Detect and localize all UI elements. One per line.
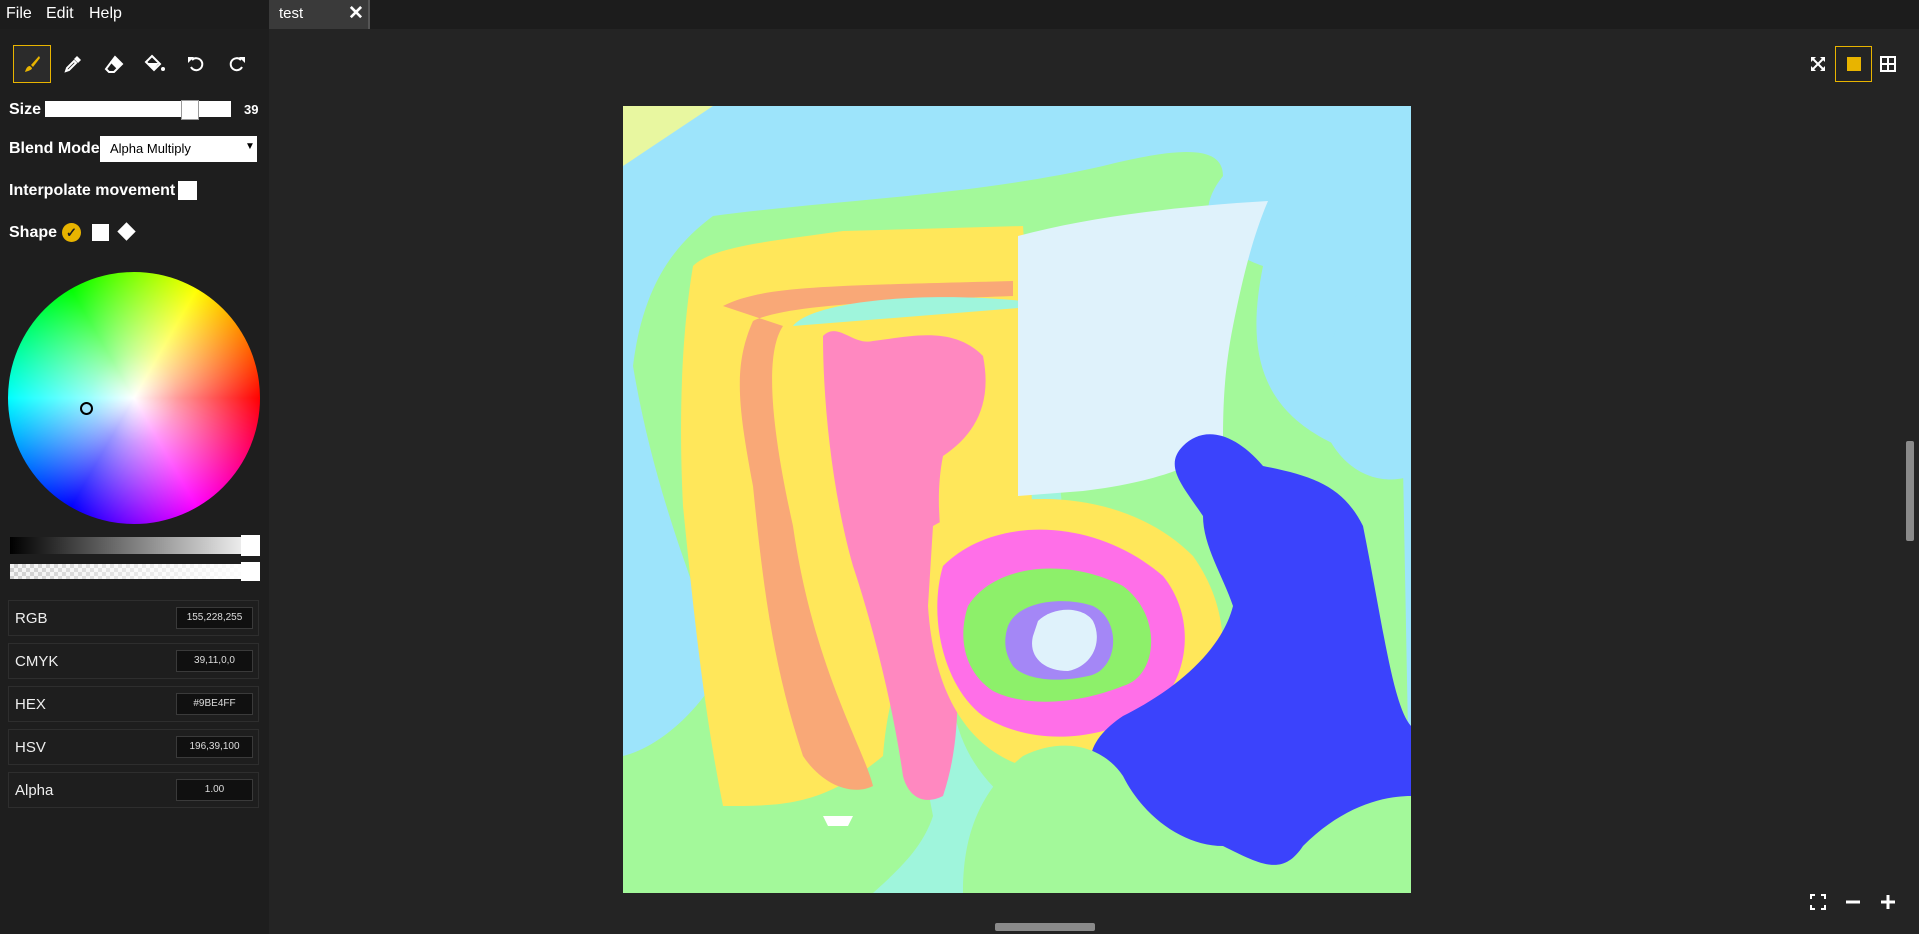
fullscreen-icon — [1810, 894, 1826, 910]
size-slider[interactable] — [45, 101, 231, 117]
color-row-alpha: Alpha 1.00 — [8, 772, 259, 808]
eraser-tool-button[interactable] — [95, 45, 133, 83]
tile-view-button[interactable] — [1876, 52, 1900, 76]
document-tab[interactable]: test ✕ — [269, 0, 370, 29]
size-slider-handle[interactable] — [181, 100, 200, 120]
redo-button[interactable] — [218, 45, 256, 83]
color-row-cmyk: CMYK 39,11,0,0 — [8, 643, 259, 679]
checkmark-icon: ✓ — [66, 225, 77, 240]
menu-edit[interactable]: Edit — [46, 5, 74, 23]
eyedropper-icon — [64, 56, 81, 73]
minus-icon — [1846, 900, 1860, 904]
alpha-label: Alpha — [15, 782, 54, 799]
fit-screen-button[interactable] — [1806, 52, 1830, 76]
menu-file[interactable]: File — [6, 5, 32, 23]
color-wheel[interactable] — [8, 272, 260, 524]
color-row-hsv: HSV 196,39,100 — [8, 729, 259, 765]
paint-bucket-icon — [144, 54, 165, 72]
hsv-label: HSV — [15, 739, 46, 756]
shape-circle-option[interactable]: ✓ — [62, 223, 81, 242]
eyedropper-tool-button[interactable] — [54, 45, 92, 83]
color-row-rgb: RGB 155,228,255 — [8, 600, 259, 636]
single-view-button[interactable] — [1835, 46, 1872, 82]
undo-icon — [188, 57, 204, 72]
lightness-slider-handle[interactable] — [241, 535, 260, 556]
tile-view-icon — [1880, 56, 1896, 72]
horizontal-scrollbar[interactable] — [995, 923, 1095, 931]
fullscreen-button[interactable] — [1808, 892, 1828, 912]
rgb-input[interactable]: 155,228,255 — [176, 607, 253, 629]
brush-icon — [25, 56, 40, 72]
rgb-label: RGB — [15, 610, 48, 627]
blend-mode-label: Blend Mode — [9, 140, 100, 157]
brush-tool-button[interactable] — [13, 45, 51, 83]
interpolate-label: Interpolate movement — [9, 182, 176, 199]
shape-square-option[interactable] — [92, 224, 109, 241]
cmyk-input[interactable]: 39,11,0,0 — [176, 650, 253, 672]
cmyk-label: CMYK — [15, 653, 59, 670]
lightness-slider[interactable] — [10, 537, 260, 554]
blend-mode-select[interactable]: Alpha Multiply — [100, 136, 257, 162]
paint-bucket-tool-button[interactable] — [136, 45, 174, 83]
tab-label: test — [279, 5, 304, 22]
zoom-in-button[interactable] — [1878, 892, 1898, 912]
shape-label: Shape — [9, 224, 58, 241]
alpha-slider[interactable] — [10, 564, 260, 579]
interpolate-checkbox[interactable] — [178, 181, 197, 200]
painting — [623, 106, 1411, 893]
color-wheel-marker[interactable] — [80, 402, 93, 415]
menu-bar: File Edit Help test ✕ — [0, 0, 1919, 29]
undo-button[interactable] — [177, 45, 215, 83]
hex-input[interactable]: #9BE4FF — [176, 693, 253, 715]
size-value: 39 — [244, 102, 259, 117]
close-icon[interactable]: ✕ — [348, 2, 364, 25]
fit-screen-icon — [1811, 57, 1825, 71]
menu-help[interactable]: Help — [89, 5, 122, 23]
redo-icon — [229, 57, 245, 72]
drawing-canvas[interactable] — [623, 106, 1411, 893]
hsv-input[interactable]: 196,39,100 — [176, 736, 253, 758]
alpha-input[interactable]: 1.00 — [176, 779, 253, 801]
single-view-icon — [1846, 57, 1861, 71]
dropdown-arrow-icon: ▼ — [245, 141, 255, 152]
vertical-scrollbar[interactable] — [1906, 441, 1914, 541]
eraser-icon — [104, 55, 124, 73]
size-label: Size — [9, 101, 42, 118]
hex-label: HEX — [15, 696, 46, 713]
alpha-slider-handle[interactable] — [241, 562, 260, 581]
zoom-out-button[interactable] — [1843, 892, 1863, 912]
plus-icon — [1881, 895, 1895, 909]
color-row-hex: HEX #9BE4FF — [8, 686, 259, 722]
